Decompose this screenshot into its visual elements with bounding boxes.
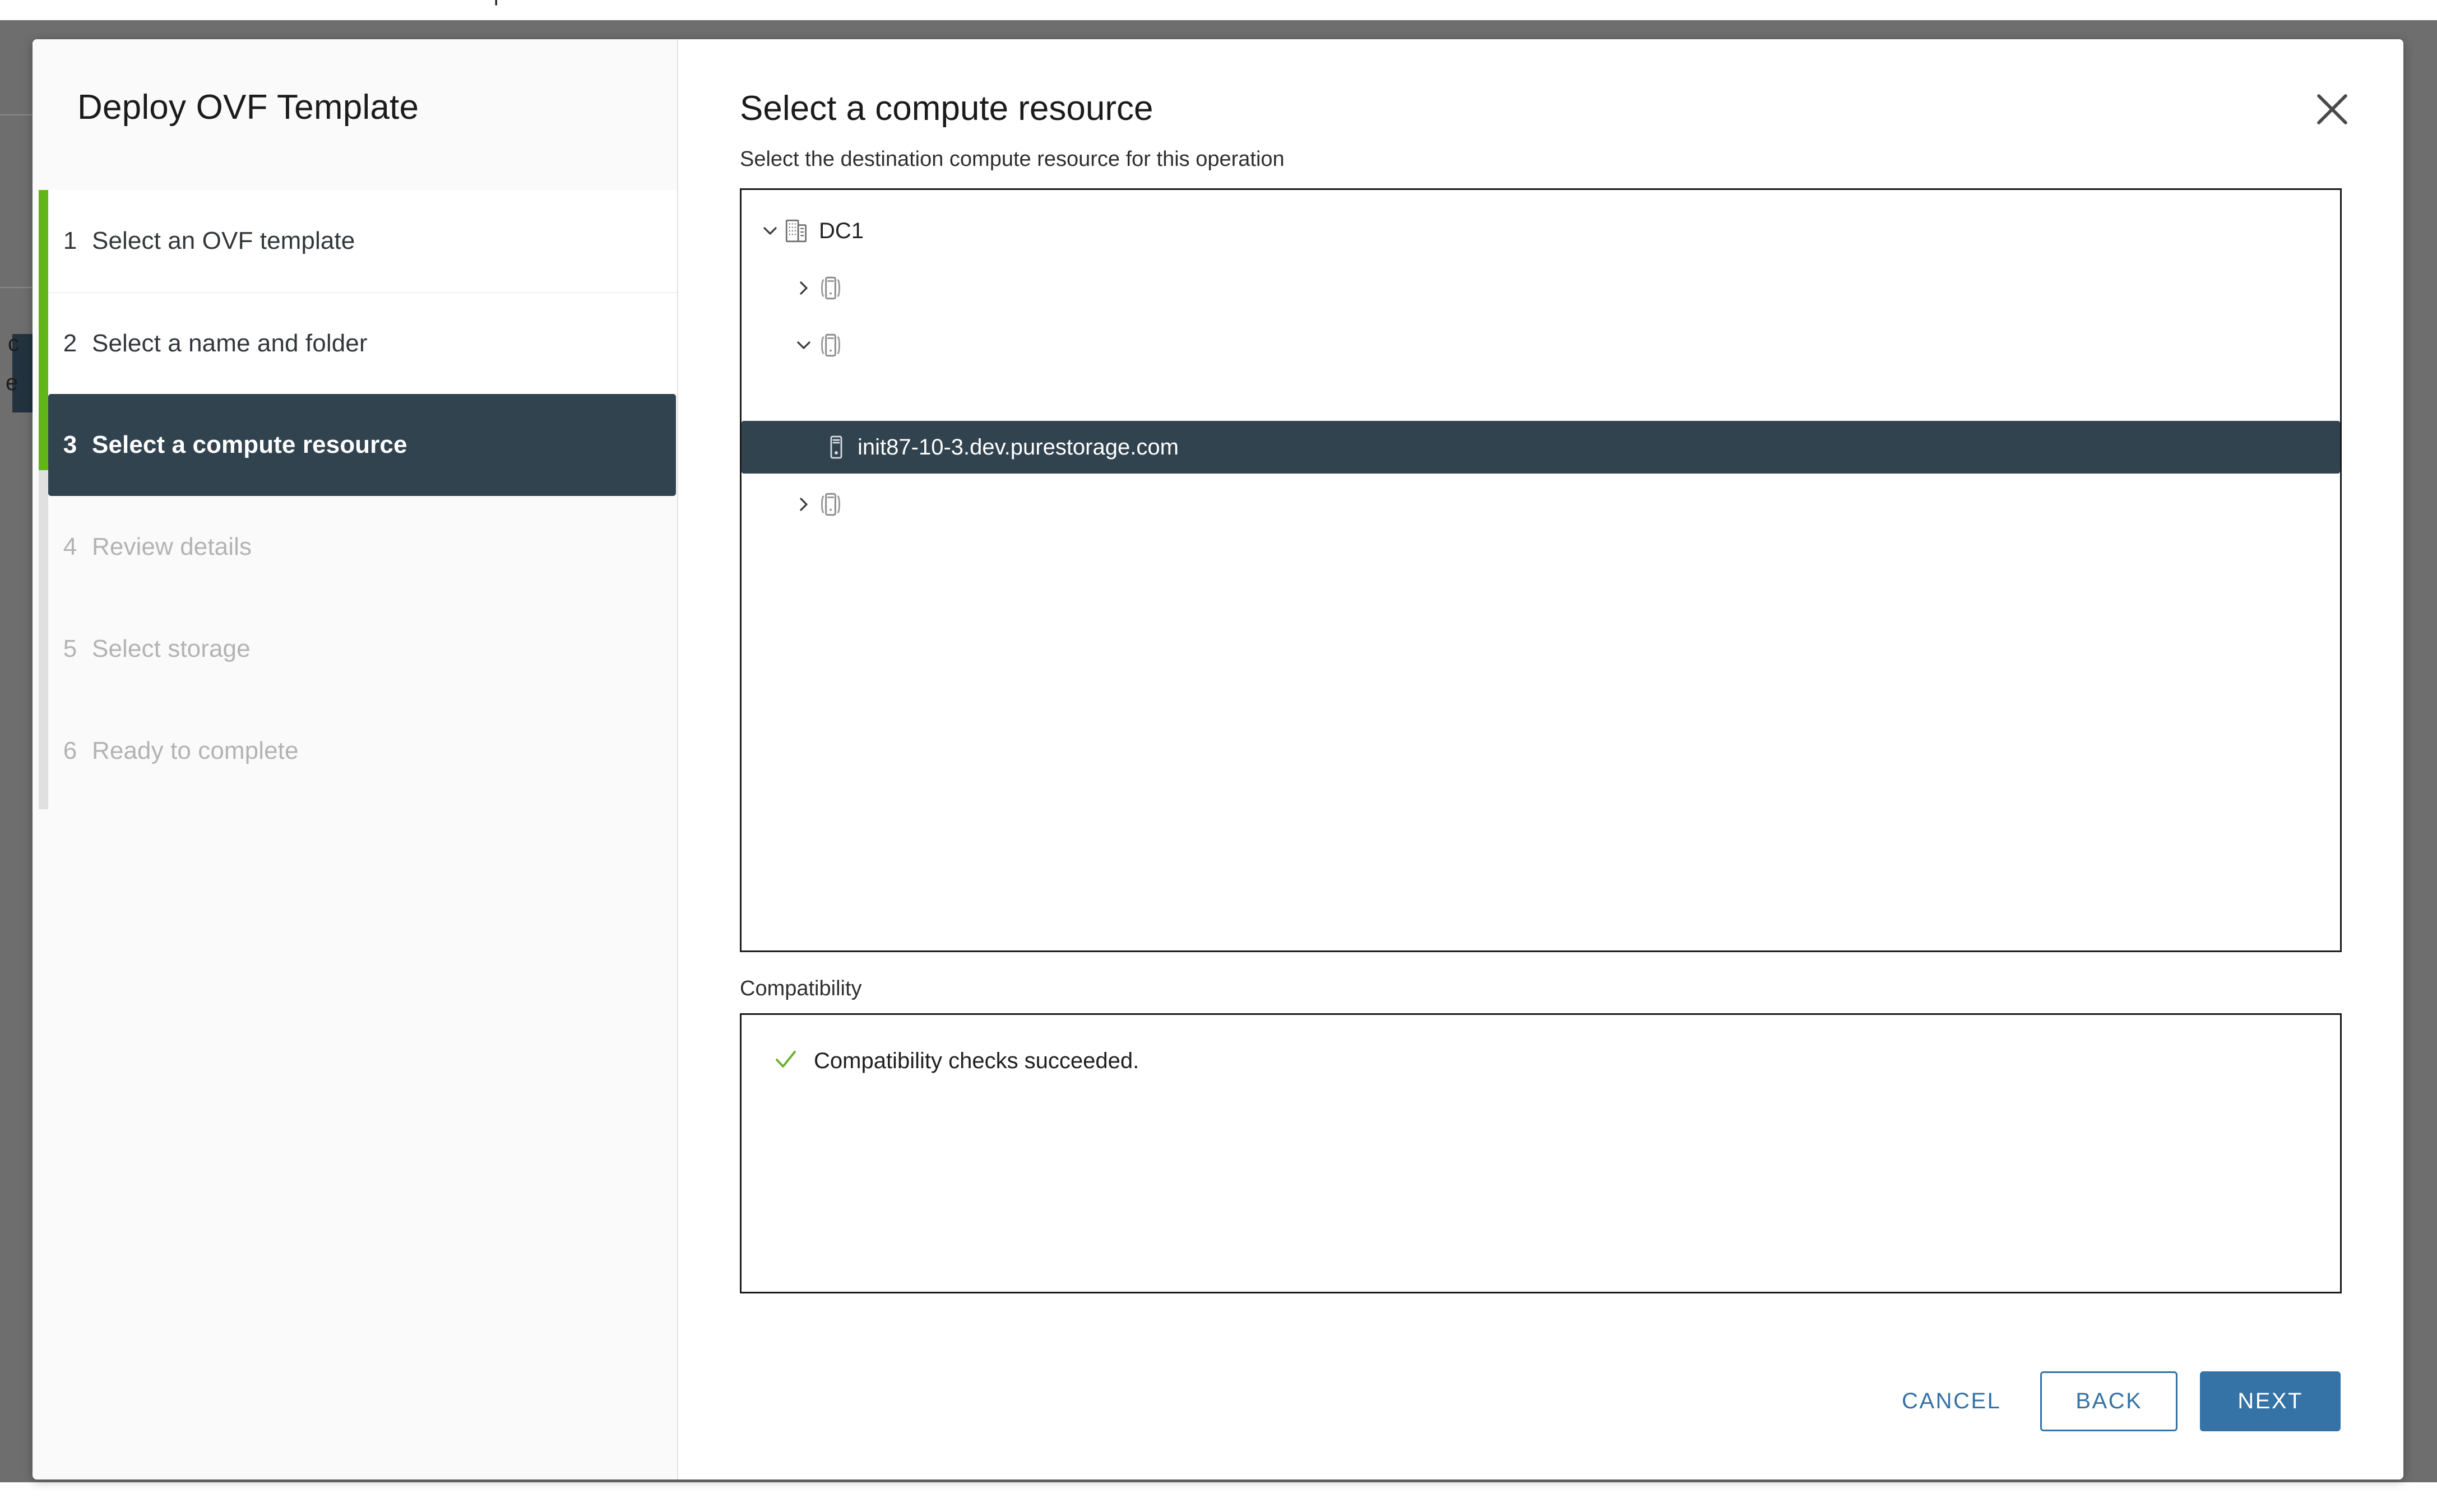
sidebar-step-5[interactable]: 5 Select storage bbox=[48, 598, 677, 700]
compatibility-status: Compatibility checks succeeded. bbox=[742, 1046, 1139, 1076]
background-ghost-text: | bbox=[493, 0, 499, 6]
step-label: Select an OVF template bbox=[92, 227, 355, 254]
deploy-ovf-template-dialog: Deploy OVF Template 1 Select an OVF temp… bbox=[33, 39, 2403, 1479]
tree-node-datacenter[interactable]: DC1 bbox=[742, 205, 2340, 257]
dialog-title: Deploy OVF Template bbox=[77, 88, 419, 127]
background-ghost-text: c bbox=[8, 331, 19, 356]
cluster-icon bbox=[817, 490, 845, 518]
chevron-down-icon[interactable] bbox=[791, 332, 817, 358]
tree-node-cluster-2[interactable] bbox=[742, 319, 2340, 372]
tree-node-host-selected[interactable]: init87-10-3.dev.purestorage.com bbox=[742, 421, 2340, 474]
pane-header: Select a compute resource bbox=[678, 39, 2403, 128]
step-number: 6 bbox=[63, 737, 77, 764]
page-title: Select a compute resource bbox=[740, 89, 1153, 128]
background-ghost-text: e bbox=[6, 370, 18, 395]
sidebar-step-2[interactable]: 2 Select a name and folder bbox=[48, 292, 677, 394]
step-number: 4 bbox=[63, 533, 77, 560]
dialog-footer: CANCEL BACK NEXT bbox=[678, 1371, 2403, 1479]
back-button[interactable]: BACK bbox=[2040, 1371, 2178, 1431]
compatibility-message: Compatibility checks succeeded. bbox=[814, 1049, 1139, 1073]
wizard-steps: 1 Select an OVF template 2 Select a name… bbox=[33, 190, 677, 809]
compatibility-label: Compatibility bbox=[740, 977, 862, 1000]
sidebar-step-4[interactable]: 4 Review details bbox=[48, 496, 677, 598]
step-label: Select a name and folder bbox=[92, 330, 368, 357]
chevron-right-icon[interactable] bbox=[791, 491, 817, 517]
pane-subtitle: Select the destination compute resource … bbox=[740, 147, 1285, 171]
close-icon[interactable] bbox=[2309, 86, 2355, 132]
step-label: Ready to complete bbox=[92, 737, 299, 764]
step-number: 5 bbox=[63, 635, 77, 662]
sidebar-step-6[interactable]: 6 Ready to complete bbox=[48, 700, 677, 802]
cluster-icon bbox=[817, 331, 845, 359]
cancel-button[interactable]: CANCEL bbox=[1885, 1376, 2018, 1426]
sidebar-step-1[interactable]: 1 Select an OVF template bbox=[48, 190, 677, 292]
host-icon bbox=[823, 434, 850, 461]
step-label: Select storage bbox=[92, 635, 251, 662]
sidebar-step-3[interactable]: 3 Select a compute resource bbox=[48, 394, 676, 496]
cluster-icon bbox=[817, 274, 845, 302]
screen: | c e Deploy OVF Template 1 Select an OV… bbox=[0, 0, 2437, 1512]
background-top-strip: | bbox=[0, 0, 2437, 20]
step-label: Review details bbox=[92, 533, 252, 560]
datacenter-icon bbox=[783, 217, 811, 245]
tree-node-cluster-1[interactable] bbox=[742, 262, 2340, 314]
wizard-sidebar: Deploy OVF Template 1 Select an OVF temp… bbox=[33, 39, 678, 1479]
tree-node-label: init87-10-3.dev.purestorage.com bbox=[858, 434, 1179, 460]
tree-node-cluster-3[interactable] bbox=[742, 478, 2340, 531]
tree-node-label: DC1 bbox=[819, 218, 864, 243]
check-icon bbox=[772, 1046, 799, 1076]
step-label: Select a compute resource bbox=[92, 431, 407, 458]
chevron-right-icon[interactable] bbox=[791, 275, 817, 301]
wizard-main-pane: Select a compute resource Select the des… bbox=[678, 39, 2403, 1479]
next-button[interactable]: NEXT bbox=[2200, 1371, 2341, 1431]
step-number: 1 bbox=[63, 227, 77, 254]
compute-resource-tree[interactable]: DC1 init87-10-3.dev.purestorage.com bbox=[740, 188, 2342, 952]
compatibility-panel: Compatibility checks succeeded. bbox=[740, 1013, 2342, 1293]
chevron-down-icon[interactable] bbox=[757, 218, 783, 244]
step-number: 3 bbox=[63, 431, 77, 458]
step-number: 2 bbox=[63, 330, 77, 357]
